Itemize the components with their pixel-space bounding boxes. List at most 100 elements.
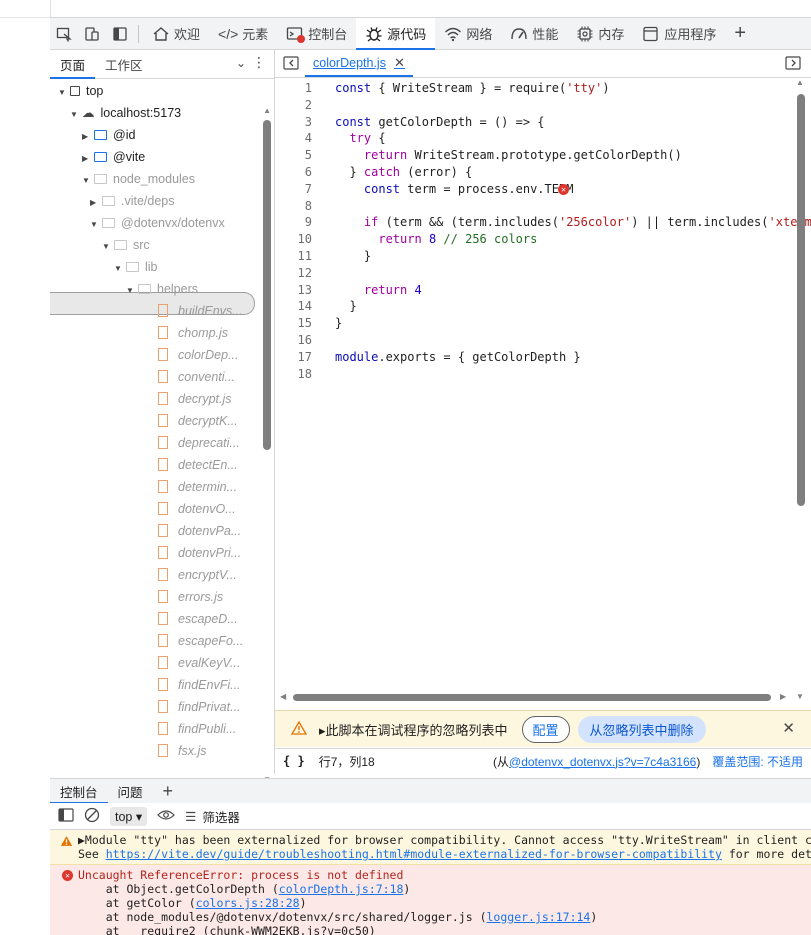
warning-text[interactable]: ▶Module "tty" has been externalized for …: [78, 833, 811, 847]
line-number[interactable]: 6: [275, 164, 312, 181]
tree-folder[interactable]: ▼ helpers: [126, 278, 198, 300]
expanded-arrow-icon[interactable]: ▼: [58, 82, 70, 104]
collapsed-arrow-icon[interactable]: ▶: [82, 148, 94, 170]
tree-file[interactable]: escapeD...: [158, 608, 238, 630]
chevron-down-icon[interactable]: ⌄: [236, 56, 246, 70]
code-line[interactable]: 2: [275, 97, 795, 114]
expanded-arrow-icon[interactable]: ▼: [70, 104, 82, 126]
line-number[interactable]: 7: [275, 181, 312, 198]
expanded-arrow-icon[interactable]: ▼: [90, 214, 102, 236]
tree-folder[interactable]: ▼ src: [102, 234, 150, 256]
toggle-sidebar-icon[interactable]: [106, 18, 134, 49]
collapsed-arrow-icon[interactable]: ▶: [82, 126, 94, 148]
scroll-right-icon[interactable]: ▶: [780, 692, 786, 701]
tree-file[interactable]: dotenvPa...: [158, 520, 241, 542]
code-editor[interactable]: 1 const { WriteStream } = require('tty') 2…: [275, 78, 811, 706]
configure-button[interactable]: 配置: [521, 715, 570, 743]
tree-folder[interactable]: ▶ @vite: [82, 146, 145, 168]
tree-file[interactable]: escapeFo...: [158, 630, 243, 652]
line-number[interactable]: 4: [275, 130, 312, 147]
line-number[interactable]: 15: [275, 315, 312, 332]
tab-memory[interactable]: 内存: [567, 18, 633, 49]
tree-file[interactable]: detectEn...: [158, 454, 238, 476]
tree-file[interactable]: buildEnvs...: [158, 300, 243, 322]
tree-file[interactable]: findPubli...: [158, 718, 236, 740]
line-number[interactable]: 8: [275, 198, 312, 215]
code-line[interactable]: 10 return 8 // 256 colors: [275, 231, 795, 248]
drawer-tab-issues[interactable]: 问题: [108, 779, 153, 803]
code-line[interactable]: 1 const { WriteStream } = require('tty'): [275, 80, 795, 97]
line-number[interactable]: 16: [275, 332, 312, 349]
code-line[interactable]: 13 return 4: [275, 282, 795, 299]
toggle-navigator-icon[interactable]: [283, 56, 299, 73]
code-line[interactable]: 12: [275, 265, 795, 282]
code-line[interactable]: 4 try {: [275, 130, 795, 147]
troubleshooting-link[interactable]: https://vite.dev/guide/troubleshooting.h…: [106, 847, 722, 861]
tree-file[interactable]: findPrivat...: [158, 696, 241, 718]
tree-file[interactable]: chomp.js: [158, 322, 228, 344]
code-line[interactable]: 15}: [275, 315, 795, 332]
tree-file[interactable]: determin...: [158, 476, 237, 498]
line-number[interactable]: 14: [275, 298, 312, 315]
tab-page[interactable]: 页面: [50, 50, 96, 79]
code-line[interactable]: 17 module.exports = { getColorDepth }: [275, 349, 795, 366]
tab-elements[interactable]: </> 元素: [209, 18, 277, 49]
coverage-button[interactable]: 覆盖范围: 不适用: [712, 753, 803, 770]
tree-file[interactable]: colorDep...: [158, 344, 238, 366]
line-number[interactable]: 5: [275, 147, 312, 164]
tree-file[interactable]: errors.js: [158, 586, 223, 608]
line-number[interactable]: 18: [275, 366, 312, 383]
tab-welcome[interactable]: 欢迎: [143, 18, 209, 49]
scroll-up-icon[interactable]: ▲: [263, 106, 271, 115]
device-toolbar-icon[interactable]: [78, 18, 106, 49]
tree-folder[interactable]: ▶ .vite/deps: [90, 190, 175, 212]
expanded-arrow-icon[interactable]: ▼: [102, 236, 114, 258]
editor-tab-colordepth[interactable]: colorDepth.js ✕: [305, 50, 413, 77]
tree-file[interactable]: evalKeyV...: [158, 652, 240, 674]
show-sidebar-icon[interactable]: [58, 807, 74, 825]
code-line[interactable]: 18: [275, 366, 795, 383]
tree-folder[interactable]: ▼ lib: [114, 256, 158, 278]
editor-horizontal-scrollbar[interactable]: [293, 694, 771, 701]
tree-file[interactable]: decrypt.js: [158, 388, 232, 410]
tree-file[interactable]: decryptK...: [158, 410, 238, 432]
code-line[interactable]: 14 }: [275, 298, 795, 315]
tab-application[interactable]: 应用程序: [633, 18, 725, 49]
tree-folder[interactable]: ▼ ☁ localhost:5173: [70, 102, 181, 124]
tree-file[interactable]: fsx.js: [158, 740, 206, 762]
tree-folder[interactable]: ▼ node_modules: [82, 168, 195, 190]
close-icon[interactable]: ✕: [394, 55, 405, 71]
code-line[interactable]: 7 const term = process.env.TERM ✕: [275, 181, 795, 198]
tab-sources[interactable]: 源代码: [356, 18, 436, 50]
source-link[interactable]: @dotenvx_dotenvx.js?v=7c4a3166: [509, 755, 696, 769]
tree-file[interactable]: findEnvFi...: [158, 674, 241, 696]
frame-link[interactable]: logger.js:17:14: [487, 910, 591, 924]
tree-folder[interactable]: ▼ @dotenvx/dotenvx: [90, 212, 225, 234]
code-line[interactable]: 9 if (term && (term.includes('256color')…: [275, 214, 811, 231]
collapsed-arrow-icon[interactable]: ▶: [90, 192, 102, 214]
tree-file[interactable]: encryptV...: [158, 564, 237, 586]
tree-file[interactable]: deprecati...: [158, 432, 240, 454]
more-options-icon[interactable]: ⋮: [252, 54, 266, 71]
navigator-scrollbar[interactable]: [263, 120, 271, 450]
expanded-arrow-icon[interactable]: ▼: [82, 170, 94, 192]
code-line[interactable]: 3 const getColorDepth = () => {: [275, 114, 795, 131]
tree-file[interactable]: dotenvPri...: [158, 542, 241, 564]
tree-file[interactable]: conventi...: [158, 366, 235, 388]
code-line[interactable]: 5 return WriteStream.prototype.getColorD…: [275, 147, 795, 164]
editor-vertical-scrollbar[interactable]: ▲ ▼: [796, 78, 806, 708]
line-number[interactable]: 2: [275, 97, 312, 114]
tab-performance[interactable]: 性能: [501, 18, 567, 49]
pretty-print-button[interactable]: { }: [283, 754, 305, 768]
frame-link[interactable]: colorDepth.js:7:18: [279, 882, 404, 896]
live-expression-icon[interactable]: [157, 808, 175, 825]
inspect-element-icon[interactable]: [50, 18, 78, 49]
tab-workspace[interactable]: 工作区: [95, 50, 153, 78]
code-line[interactable]: 16: [275, 332, 795, 349]
tree-folder[interactable]: ▶ @id: [82, 124, 135, 146]
tab-console[interactable]: 控制台: [277, 18, 356, 49]
code-line[interactable]: 11 }: [275, 248, 795, 265]
error-icon[interactable]: ✕: [558, 183, 569, 195]
expanded-arrow-icon[interactable]: ▼: [126, 280, 138, 302]
error-title[interactable]: Uncaught ReferenceError: process is not …: [78, 868, 403, 882]
